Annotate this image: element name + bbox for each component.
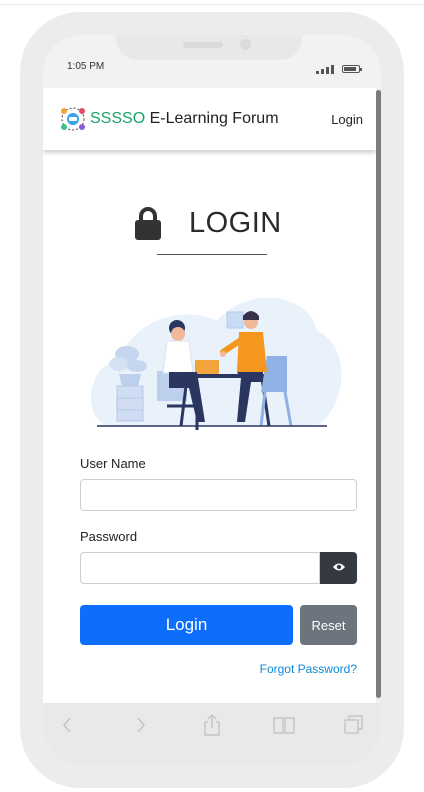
- battery-icon: [342, 65, 362, 73]
- brand-accent: SSSSO: [90, 110, 146, 127]
- brand[interactable]: SSSSO E-Learning Forum: [59, 105, 279, 133]
- tabs-icon[interactable]: [341, 713, 367, 737]
- eye-icon: [332, 559, 346, 577]
- book-icon[interactable]: [271, 713, 297, 737]
- speaker: [183, 42, 223, 48]
- app-viewport: SSSSO E-Learning Forum Login LOGIN User …: [43, 88, 381, 703]
- top-divider: [0, 4, 424, 5]
- share-icon[interactable]: [199, 713, 225, 737]
- chevron-right-icon[interactable]: [127, 713, 153, 737]
- phone-notch: [116, 35, 302, 60]
- camera: [240, 39, 251, 50]
- nav-login-link[interactable]: Login: [331, 112, 363, 127]
- brand-name: SSSSO E-Learning Forum: [90, 110, 279, 128]
- signal-icon: [316, 65, 336, 74]
- username-input[interactable]: [80, 479, 357, 511]
- navbar: SSSSO E-Learning Forum Login: [43, 88, 376, 150]
- scrollbar-track[interactable]: [376, 88, 381, 703]
- browser-toolbar: [43, 703, 381, 765]
- forgot-password-link[interactable]: Forgot Password?: [260, 662, 357, 676]
- brand-logo-icon: [59, 105, 87, 133]
- phone-screen: 1:05 PM SSSSO E-Learning Forum Login LOG…: [43, 35, 381, 765]
- username-label: User Name: [80, 456, 146, 471]
- show-password-button[interactable]: [320, 552, 357, 584]
- status-time: 1:05 PM: [67, 61, 105, 72]
- chevron-left-icon[interactable]: [55, 713, 81, 737]
- title-underline: [157, 254, 267, 255]
- password-label: Password: [80, 529, 138, 544]
- reset-button[interactable]: Reset: [300, 605, 357, 645]
- lock-icon: [133, 206, 163, 240]
- password-input[interactable]: [80, 552, 320, 584]
- title-row: LOGIN: [133, 206, 282, 240]
- brand-rest: E-Learning Forum: [145, 110, 279, 127]
- scrollbar-thumb[interactable]: [376, 90, 381, 698]
- login-button[interactable]: Login: [80, 605, 293, 645]
- meeting-illustration: [77, 276, 347, 436]
- page-title: LOGIN: [189, 206, 282, 239]
- phone-frame: 1:05 PM SSSSO E-Learning Forum Login LOG…: [20, 12, 404, 788]
